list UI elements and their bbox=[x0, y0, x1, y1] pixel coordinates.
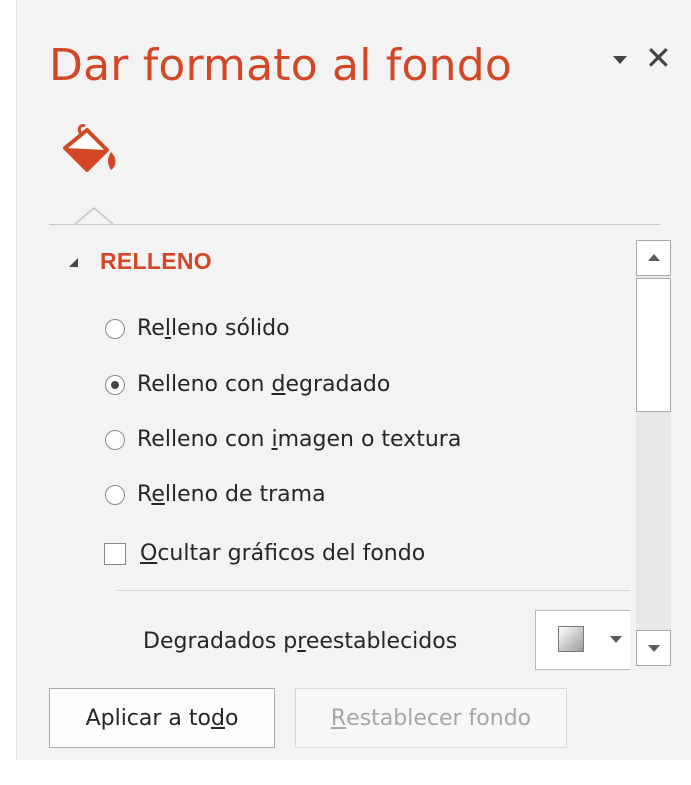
format-background-pane: Dar formato al fondo ✕ RELLENO Relleno s… bbox=[16, 0, 691, 760]
vertical-scrollbar[interactable] bbox=[636, 240, 671, 666]
pane-content: RELLENO Relleno sólido Relleno con degra… bbox=[49, 232, 630, 672]
radio-gradient-fill[interactable]: Relleno con degradado bbox=[105, 372, 390, 397]
radio-picture-texture-fill[interactable]: Relleno con imagen o textura bbox=[105, 427, 461, 452]
chevron-down-icon[interactable] bbox=[613, 56, 627, 64]
option-label: Relleno con degradado bbox=[137, 372, 391, 397]
scroll-down-arrow-icon[interactable] bbox=[636, 630, 671, 666]
preset-gradients-dropdown[interactable] bbox=[535, 610, 630, 670]
collapse-triangle-icon bbox=[69, 258, 78, 267]
option-label: Relleno con imagen o textura bbox=[137, 427, 462, 452]
apply-to-all-button[interactable]: Aplicar a to d o bbox=[49, 688, 275, 748]
option-label: Relleno sólido bbox=[137, 316, 290, 341]
tab-indicator bbox=[75, 207, 113, 225]
section-divider bbox=[117, 590, 630, 591]
option-label: Relleno de trama bbox=[137, 482, 326, 507]
reset-background-button: Restablecer fondo bbox=[295, 688, 567, 748]
close-icon[interactable]: ✕ bbox=[645, 42, 672, 74]
radio-pattern-fill[interactable]: Relleno de trama bbox=[105, 482, 326, 507]
preset-gradients-label: Degradados preestablecidos bbox=[143, 629, 458, 654]
radio-button[interactable] bbox=[105, 318, 125, 339]
fill-section-title: RELLENO bbox=[100, 248, 212, 274]
hide-background-graphics-checkbox[interactable]: Ocultar gráficos del fondo bbox=[104, 541, 425, 566]
tab-separator bbox=[49, 224, 660, 225]
radio-button[interactable] bbox=[105, 429, 125, 450]
scroll-up-arrow-icon[interactable] bbox=[636, 240, 671, 276]
checkbox[interactable] bbox=[104, 542, 126, 565]
radio-button[interactable] bbox=[105, 484, 125, 505]
option-label: Ocultar gráficos del fondo bbox=[140, 541, 426, 566]
gradient-swatch bbox=[558, 626, 584, 652]
radio-solid-fill[interactable]: Relleno sólido bbox=[105, 316, 290, 341]
paint-bucket-icon[interactable] bbox=[57, 122, 119, 182]
pane-title: Dar formato al fondo bbox=[49, 40, 512, 91]
fill-section-header[interactable]: RELLENO bbox=[69, 248, 212, 275]
scrollbar-thumb[interactable] bbox=[636, 278, 671, 412]
chevron-down-icon bbox=[610, 636, 622, 643]
radio-button-selected[interactable] bbox=[105, 374, 125, 395]
